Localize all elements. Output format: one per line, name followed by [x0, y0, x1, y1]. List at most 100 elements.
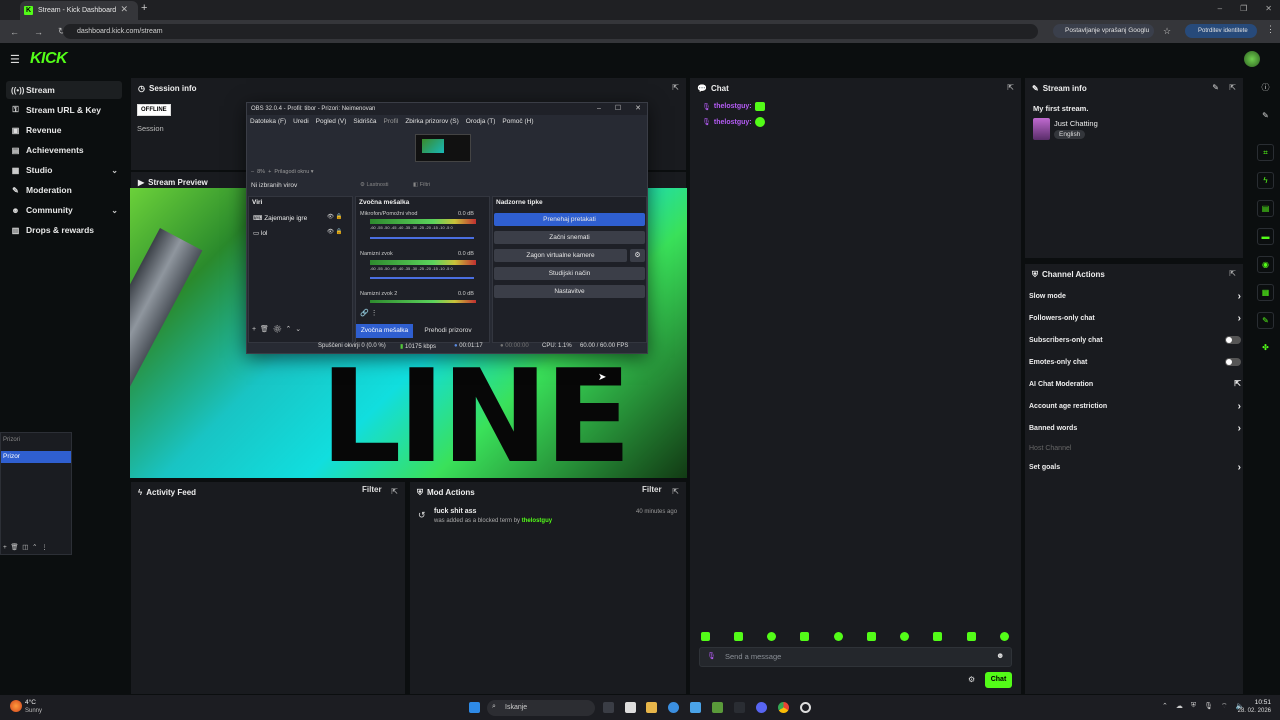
obs-window[interactable]: OBS 32.0.4 - Profil: tibor - Prizori: Ne… — [246, 102, 648, 354]
emotes-only-action[interactable]: Emotes-only chat — [1029, 358, 1241, 366]
back-icon[interactable]: ← — [10, 27, 24, 37]
document-icon[interactable]: ▤ — [1257, 200, 1274, 217]
sidebar-item-moderation[interactable]: ✎ Moderation — [6, 181, 122, 199]
store-icon[interactable] — [690, 702, 701, 713]
forward-icon[interactable]: → — [34, 27, 48, 37]
followers-only-action[interactable]: Followers-only chat › — [1029, 313, 1241, 324]
wrench-icon[interactable]: ✎ — [1257, 312, 1274, 329]
eye-icon[interactable]: 👁 🔒 — [327, 214, 342, 220]
emote-icon[interactable] — [701, 632, 710, 641]
emote-icon[interactable] — [867, 632, 876, 641]
info-icon[interactable]: ⓘ — [1257, 80, 1274, 97]
mini-toolbar[interactable]: + 🗑 ◫ ⌃ ⋮ — [3, 543, 48, 551]
sidebar-item-revenue[interactable]: ▣ Revenue — [6, 121, 122, 139]
obs-icon[interactable] — [800, 702, 811, 713]
obs-volume-slider[interactable] — [370, 277, 474, 279]
obs-preview-thumbnail[interactable] — [415, 134, 471, 162]
popout-icon[interactable]: ⇱ — [672, 487, 679, 496]
sidebar-item-drops[interactable]: ▥ Drops & rewards — [6, 221, 122, 239]
ai-moderation-action[interactable]: AI Chat Moderation ⇱ — [1029, 379, 1241, 388]
sidebar-item-stream[interactable]: ((•)) Stream — [6, 81, 122, 99]
emoji-icon[interactable]: ☻ — [996, 651, 1004, 660]
edit-pencil-icon[interactable]: ✎ — [1212, 83, 1219, 92]
popout-icon[interactable]: ⇱ — [1229, 269, 1236, 278]
maximize-icon[interactable]: ☐ — [615, 103, 621, 115]
discord-icon[interactable] — [756, 702, 767, 713]
obs-source-toolbar[interactable]: + 🗑 ⚙ ⌃ ⌄ — [252, 325, 301, 333]
emote-icon[interactable] — [767, 632, 776, 641]
chat-icon[interactable]: ▬ — [1257, 228, 1274, 245]
obs-source-item[interactable]: ⌨ Zajemanje igre — [253, 214, 307, 222]
obs-virtual-camera-button[interactable]: Zagon virtualne kamere — [494, 249, 627, 262]
broadcast-icon[interactable]: ◉ — [1257, 256, 1274, 273]
sidebar-item-community[interactable]: ☻ Community ⌄ — [6, 201, 122, 219]
subscribers-only-toggle[interactable] — [1225, 336, 1241, 344]
emote-icon[interactable] — [800, 632, 809, 641]
new-tab-icon[interactable]: + — [141, 2, 147, 14]
cloud-icon[interactable]: ☁ — [1176, 702, 1183, 711]
emotes-only-toggle[interactable] — [1225, 358, 1241, 366]
close-window-icon[interactable]: ✕ — [1265, 4, 1272, 13]
obs-menu-help[interactable]: Pomoč (H) — [502, 116, 533, 128]
slow-mode-action[interactable]: Slow mode › — [1029, 291, 1241, 302]
obs-scenes-mini-window[interactable]: Prizori Prizor + 🗑 ◫ ⌃ ⋮ — [0, 432, 72, 555]
emote-icon[interactable] — [900, 632, 909, 641]
obs-studio-mode-button[interactable]: Studijski način — [494, 267, 645, 280]
emote-icon[interactable] — [967, 632, 976, 641]
layout-icon[interactable]: ⌗ — [1257, 144, 1274, 161]
scene-item[interactable]: Prizor — [1, 451, 71, 463]
set-goals-action[interactable]: Set goals › — [1029, 462, 1241, 473]
user-avatar[interactable] — [1244, 51, 1260, 67]
bookmark-star-icon[interactable]: ☆ — [1163, 26, 1171, 37]
stream-category[interactable]: Just Chatting — [1054, 119, 1098, 128]
obs-start-recording-button[interactable]: Začni snemati — [494, 231, 645, 244]
emote-icon[interactable] — [933, 632, 942, 641]
google-ask-pill[interactable]: Postavljanje vprašanj Googlu — [1053, 24, 1154, 38]
chat-settings-gear-icon[interactable]: ⚙ — [968, 675, 975, 684]
address-bar[interactable]: dashboard.kick.com/stream — [63, 24, 1038, 39]
obs-source-item[interactable]: ▭ lol — [253, 229, 267, 237]
minimize-icon[interactable]: – — [597, 103, 601, 115]
popout-icon[interactable]: ⇱ — [1007, 83, 1014, 92]
activity-filter-button[interactable]: Filter — [362, 485, 382, 494]
weather-sun-icon[interactable] — [10, 700, 22, 712]
obs-properties-button[interactable]: ⚙ Lastnosti — [360, 182, 388, 188]
obs-tab-mixer[interactable]: Zvočna mešalka — [356, 324, 413, 338]
sidebar-item-studio[interactable]: ▦ Studio ⌄ — [6, 161, 122, 179]
eye-icon[interactable]: 👁 🔒 — [327, 229, 342, 235]
obs-menu-file[interactable]: Datoteka (F) — [250, 116, 286, 128]
minimize-icon[interactable]: – — [1218, 4, 1222, 13]
gear-icon[interactable]: ⚙ — [630, 249, 645, 262]
terminal-icon[interactable] — [734, 702, 745, 713]
edit-pencil-icon[interactable]: ✎ — [1257, 108, 1274, 125]
account-age-action[interactable]: Account age restriction › — [1029, 401, 1241, 412]
obs-volume-slider[interactable] — [370, 237, 474, 239]
shield-tray-icon[interactable]: ⛨ — [1191, 702, 1196, 711]
emote-icon[interactable] — [1000, 632, 1009, 641]
popout-icon[interactable]: ⇱ — [672, 83, 679, 92]
chat-username[interactable]: thelostguy: — [714, 119, 752, 126]
close-tab-icon[interactable]: ✕ — [120, 4, 128, 15]
banned-words-action[interactable]: Banned words › — [1029, 423, 1241, 434]
emote-icon[interactable] — [734, 632, 743, 641]
obs-menu-edit[interactable]: Uredi — [293, 116, 309, 128]
sidebar-item-achievements[interactable]: ▤ Achievements — [6, 141, 122, 159]
obs-menu-profile[interactable]: Profil — [384, 116, 399, 128]
obs-mixer-tools-icon[interactable]: 🔗 ⋮ — [360, 309, 378, 317]
obs-stop-streaming-button[interactable]: Prenehaj pretakati — [494, 213, 645, 226]
minecraft-icon[interactable] — [712, 702, 723, 713]
notepad-icon[interactable] — [625, 702, 636, 713]
popout-icon[interactable]: ⇱ — [391, 487, 398, 496]
add-widget-icon[interactable]: ✤ — [1257, 340, 1274, 357]
bolt-icon[interactable]: ϟ — [1257, 172, 1274, 189]
obs-settings-button[interactable]: Nastavitve — [494, 285, 645, 298]
mod-user[interactable]: thelostguy — [522, 518, 552, 524]
mod-filter-button[interactable]: Filter — [642, 485, 662, 494]
chrome-icon[interactable] — [778, 702, 789, 713]
task-view-icon[interactable] — [603, 702, 614, 713]
grid-icon[interactable]: ▦ — [1257, 284, 1274, 301]
file-explorer-icon[interactable] — [646, 702, 657, 713]
obs-menu-view[interactable]: Pogled (V) — [316, 116, 347, 128]
popout-icon[interactable]: ⇱ — [1229, 83, 1236, 92]
obs-menu-tools[interactable]: Orodja (T) — [466, 116, 496, 128]
